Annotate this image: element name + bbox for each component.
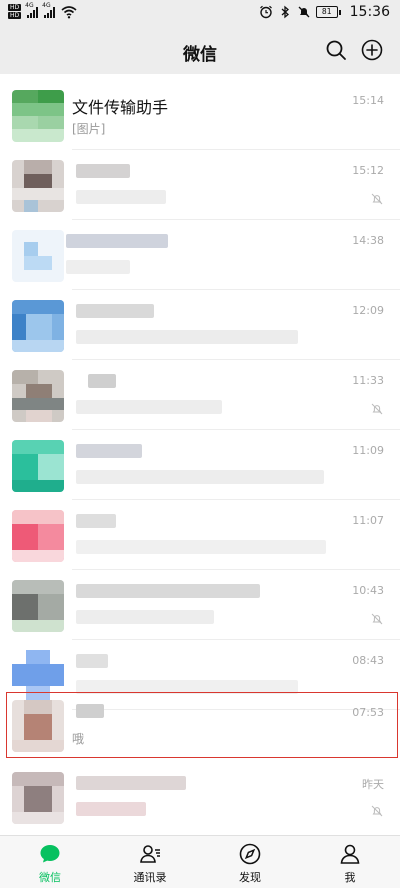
mute-icon: [371, 805, 383, 817]
chat-item[interactable]: 11:33: [0, 360, 400, 430]
chat-item[interactable]: 10:43: [0, 570, 400, 640]
hd-label-2: HD: [8, 12, 22, 19]
chat-time: 11:09: [352, 444, 384, 457]
avatar: [12, 90, 64, 142]
chat-time: 14:38: [352, 234, 384, 247]
avatar: [12, 370, 64, 422]
status-bar: HD HD 4G 4G 81 15:36: [0, 0, 400, 28]
title-bar: 微信: [0, 28, 400, 74]
chat-item[interactable]: 昨天: [0, 762, 400, 832]
redacted-preview: [66, 260, 130, 274]
redacted-name: [76, 444, 142, 458]
redacted-name: [66, 234, 168, 248]
wifi-icon: [61, 5, 77, 18]
battery-level: 81: [315, 6, 338, 18]
compass-icon: [239, 843, 261, 865]
chat-item[interactable]: 11:07: [0, 500, 400, 570]
hd-label-1: HD: [8, 4, 22, 11]
nav-label: 微信: [39, 871, 61, 884]
chat-time: 08:43: [352, 654, 384, 667]
redacted-name: [76, 776, 186, 790]
bluetooth-icon: [281, 5, 289, 19]
redacted-preview: [76, 190, 166, 204]
redacted-name: [76, 584, 260, 598]
battery-icon: 81: [315, 6, 341, 18]
chat-preview: [图片]: [72, 122, 106, 136]
chat-time: 15:14: [352, 94, 384, 107]
chat-list: 文件传输助手 [图片] 15:14 15:12 14:38 12:09 11:3…: [0, 80, 400, 835]
chat-time: 11:07: [352, 514, 384, 527]
mute-icon: [371, 403, 383, 415]
signal-icon: 4G: [25, 2, 39, 18]
chat-item[interactable]: 11:09: [0, 430, 400, 500]
redacted-preview: [76, 470, 324, 484]
contacts-icon: [140, 845, 160, 863]
search-icon[interactable]: [324, 38, 348, 62]
nav-tab-me[interactable]: 我: [300, 842, 400, 885]
person-icon: [340, 844, 360, 864]
nav-tab-discover[interactable]: 发现: [200, 842, 300, 885]
selection-highlight: [6, 692, 398, 758]
signal-icon-2: 4G: [42, 2, 56, 18]
redacted-preview: [76, 802, 146, 816]
nav-tab-contacts[interactable]: 通讯录: [100, 842, 200, 885]
avatar: [12, 772, 64, 824]
chat-time: 10:43: [352, 584, 384, 597]
redacted-preview: [76, 610, 214, 624]
avatar: [12, 300, 64, 352]
avatar: [12, 580, 64, 632]
hd-badge: HD HD: [8, 4, 22, 19]
network-type-label: 4G: [25, 1, 34, 9]
network-type-label-2: 4G: [42, 1, 51, 9]
redacted-preview: [76, 540, 326, 554]
chat-time: 12:09: [352, 304, 384, 317]
redacted-name: [76, 514, 116, 528]
redacted-name: [76, 654, 108, 668]
nav-label: 发现: [239, 871, 261, 884]
redacted-name: [88, 374, 116, 388]
chat-time: 昨天: [362, 778, 384, 791]
avatar: [12, 510, 64, 562]
nav-tab-chats[interactable]: 微信: [0, 842, 100, 885]
nav-label: 通讯录: [133, 871, 167, 884]
chat-item-file-transfer[interactable]: 文件传输助手 [图片] 15:14: [0, 80, 400, 150]
chat-time: 11:33: [352, 374, 384, 387]
clock: 15:36: [349, 4, 390, 20]
status-left: HD HD 4G 4G: [8, 2, 77, 19]
chat-time: 15:12: [352, 164, 384, 177]
mute-icon: [371, 613, 383, 625]
avatar: [12, 230, 64, 282]
chat-item[interactable]: 14:38: [0, 220, 400, 290]
chat-bubble-icon: [40, 845, 60, 863]
avatar: [12, 440, 64, 492]
chat-name: 文件传输助手: [72, 98, 169, 117]
add-icon[interactable]: [360, 38, 384, 62]
avatar: [12, 160, 64, 212]
bottom-nav: 微信 通讯录 发现 我: [0, 835, 400, 888]
mute-icon: [371, 193, 383, 205]
wechat-screen: HD HD 4G 4G 81 15:36 微信 文件传输助手 [图片] 15:1…: [0, 0, 400, 888]
chat-item[interactable]: 12:09: [0, 290, 400, 360]
alarm-icon: [259, 5, 272, 19]
redacted-name: [76, 304, 154, 318]
redacted-name: [76, 164, 130, 178]
chat-item[interactable]: 15:12: [0, 150, 400, 220]
mute-bell-icon: [298, 6, 310, 18]
redacted-preview: [76, 400, 222, 414]
nav-label: 我: [344, 871, 356, 884]
status-right: 81 15:36: [259, 4, 390, 20]
redacted-preview: [76, 330, 298, 344]
